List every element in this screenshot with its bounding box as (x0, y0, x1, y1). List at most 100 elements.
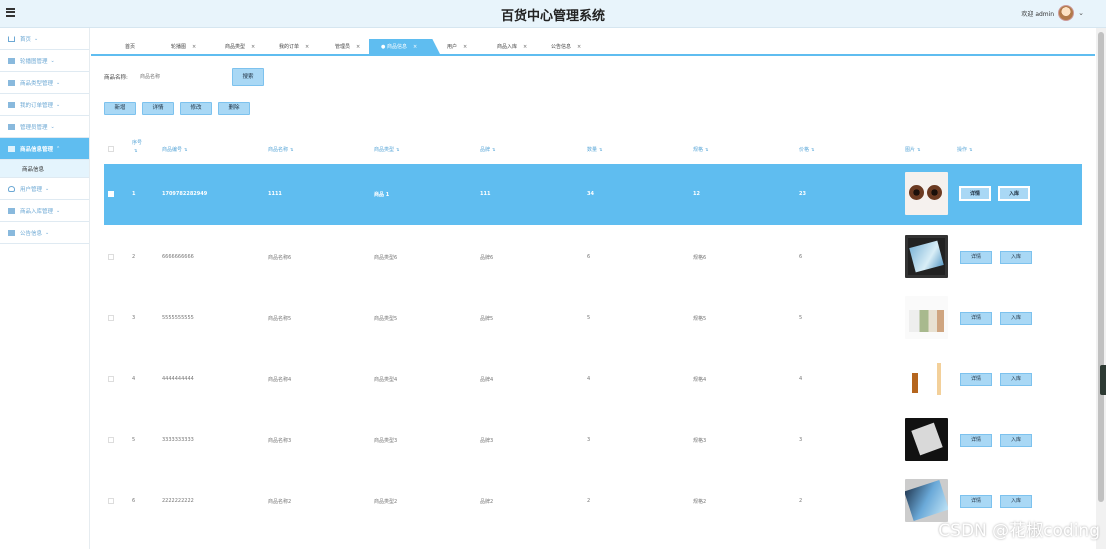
sidebar-item-users[interactable]: 用户管理 ⌄ (0, 178, 89, 200)
delete-button[interactable]: 删除 (218, 102, 250, 115)
row-stock-in-button[interactable]: 入库 (1000, 251, 1032, 264)
search-input[interactable] (140, 70, 228, 84)
tab-home[interactable]: 首页 (125, 39, 135, 56)
sort-icon: ⇅ (599, 147, 603, 152)
detail-button[interactable]: 详情 (142, 102, 174, 115)
table-row[interactable]: 1 1709782282949 1111 商品 1 111 34 12 23 详… (104, 164, 1082, 225)
table-row[interactable]: 5 3333333333 商品名称3 商品类型3 品牌3 3 规格3 3 详情 … (104, 410, 1082, 471)
close-icon[interactable]: × (577, 44, 581, 50)
close-icon[interactable]: × (251, 44, 255, 50)
sort-icon: ⇅ (396, 147, 400, 152)
col-spec[interactable]: 规格 ⇅ (693, 146, 708, 153)
col-qty[interactable]: 数量 ⇅ (587, 146, 602, 153)
chevron-down-icon: ⌄ (56, 79, 61, 86)
tab-orders[interactable]: 我的订单 × (279, 39, 309, 56)
row-stock-in-button[interactable]: 入库 (1000, 495, 1032, 508)
sidebar-item-product-type[interactable]: 商品类型管理 ⌄ (0, 72, 89, 94)
avatar[interactable] (1058, 5, 1075, 21)
edit-button[interactable]: 修改 (180, 102, 212, 115)
col-type[interactable]: 商品类型 ⇅ (374, 146, 399, 153)
row-checkbox[interactable] (108, 437, 114, 443)
close-icon[interactable]: × (192, 44, 196, 50)
row-checkbox[interactable] (108, 376, 114, 382)
product-thumbnail[interactable] (905, 172, 948, 215)
close-icon[interactable]: × (523, 44, 527, 50)
row-detail-button[interactable]: 详情 (960, 251, 992, 264)
sort-icon: ⇅ (290, 147, 294, 152)
tab-notices[interactable]: 公告信息 × (551, 39, 581, 56)
table-row[interactable]: 6 2222222222 商品名称2 商品类型2 品牌2 2 规格2 2 详情 … (104, 471, 1082, 532)
welcome-text: 欢迎 admin (1021, 10, 1055, 18)
row-detail-button[interactable]: 详情 (960, 373, 992, 386)
product-table: 序号 ⇅ 商品编号 ⇅ 商品名称 ⇅ 商品类型 ⇅ 品牌 ⇅ 数量 ⇅ 规格 ⇅ 价格 ⇅ 图片… (104, 135, 1082, 522)
chevron-down-icon[interactable]: ⌄ (1078, 9, 1084, 17)
sidebar-item-products[interactable]: 商品信息管理 ⌃ (0, 138, 89, 160)
row-detail-button[interactable]: 详情 (960, 495, 992, 508)
tab-stock-in[interactable]: 商品入库 × (497, 39, 527, 56)
sidebar-item-stock-in[interactable]: 商品入库管理 ⌄ (0, 200, 89, 222)
order-icon (8, 101, 15, 108)
row-detail-button[interactable]: 详情 (960, 434, 992, 447)
col-brand[interactable]: 品牌 ⇅ (480, 146, 495, 153)
stock-icon (8, 207, 15, 214)
tab-carousel[interactable]: 轮播图 × (171, 39, 196, 56)
close-icon[interactable]: × (413, 44, 417, 50)
row-detail-button[interactable]: 详情 (960, 312, 992, 325)
search-button[interactable]: 搜索 (232, 68, 264, 86)
scrollbar-thumb[interactable] (1098, 32, 1104, 502)
sort-icon: ⇅ (492, 147, 496, 152)
tab-product-type[interactable]: 商品类型 × (225, 39, 255, 56)
add-button[interactable]: 新增 (104, 102, 136, 115)
table-row[interactable]: 2 6666666666 商品名称6 商品类型6 品牌6 6 规格6 6 详情 … (104, 227, 1082, 288)
product-thumbnail[interactable] (905, 418, 948, 461)
home-icon (8, 35, 15, 42)
tab-product-info[interactable]: ● 商品信息 × (369, 39, 441, 56)
product-thumbnail[interactable] (905, 235, 948, 278)
col-image[interactable]: 图片 ⇅ (905, 146, 920, 153)
sidebar-item-orders[interactable]: 我的订单管理 ⌄ (0, 94, 89, 116)
chevron-down-icon: ⌄ (45, 185, 50, 192)
vertical-scrollbar[interactable] (1096, 28, 1106, 549)
tab-admins[interactable]: 管理员 × (335, 39, 360, 56)
sidebar-item-notices[interactable]: 公告信息 ⌄ (0, 222, 89, 244)
row-stock-in-button[interactable]: 入库 (1000, 434, 1032, 447)
col-code[interactable]: 商品编号 ⇅ (162, 146, 187, 153)
table-row[interactable]: 3 5555555555 商品名称5 商品类型5 品牌5 5 规格5 5 详情 … (104, 288, 1082, 349)
folder-icon (8, 79, 15, 86)
chevron-down-icon: ⌄ (56, 207, 61, 214)
col-index[interactable]: 序号 ⇅ (132, 140, 142, 155)
close-icon[interactable]: × (356, 44, 360, 50)
row-stock-in-button[interactable]: 入库 (1000, 373, 1032, 386)
close-icon[interactable]: × (463, 44, 467, 50)
row-detail-button[interactable]: 详情 (959, 186, 991, 201)
row-checkbox[interactable] (108, 191, 114, 197)
row-stock-in-button[interactable]: 入库 (998, 186, 1030, 201)
row-stock-in-button[interactable]: 入库 (1000, 312, 1032, 325)
product-thumbnail[interactable] (905, 357, 948, 400)
select-all-checkbox[interactable] (108, 146, 114, 152)
search-bar: 商品名称: 搜索 (104, 68, 264, 86)
sidebar-item-home[interactable]: 首页 ⌄ (0, 28, 89, 50)
table-row[interactable]: 4 4444444444 商品名称4 商品类型4 品牌4 4 规格4 4 详情 … (104, 349, 1082, 410)
close-icon[interactable]: × (305, 44, 309, 50)
tab-users[interactable]: 用户 × (447, 39, 467, 56)
sidebar-item-carousel[interactable]: 轮播图管理 ⌄ (0, 50, 89, 72)
row-checkbox[interactable] (108, 498, 114, 504)
col-price[interactable]: 价格 ⇅ (799, 146, 814, 153)
image-icon (8, 57, 15, 64)
sidebar-item-admins[interactable]: 管理员管理 ⌄ (0, 116, 89, 138)
floating-widget[interactable] (1100, 365, 1106, 395)
notice-icon (8, 229, 15, 236)
col-name[interactable]: 商品名称 ⇅ (268, 146, 293, 153)
sort-icon: ⇅ (134, 148, 138, 153)
admin-icon (8, 123, 15, 130)
product-thumbnail[interactable] (905, 296, 948, 339)
chevron-down-icon: ⌄ (56, 101, 61, 108)
sort-icon: ⇅ (917, 147, 921, 152)
sidebar-subitem-product-info[interactable]: 商品信息 (0, 160, 89, 178)
row-checkbox[interactable] (108, 254, 114, 260)
chevron-down-icon: ⌄ (45, 229, 50, 236)
product-icon (8, 145, 15, 152)
row-checkbox[interactable] (108, 315, 114, 321)
chevron-down-icon: ⌄ (50, 123, 55, 130)
